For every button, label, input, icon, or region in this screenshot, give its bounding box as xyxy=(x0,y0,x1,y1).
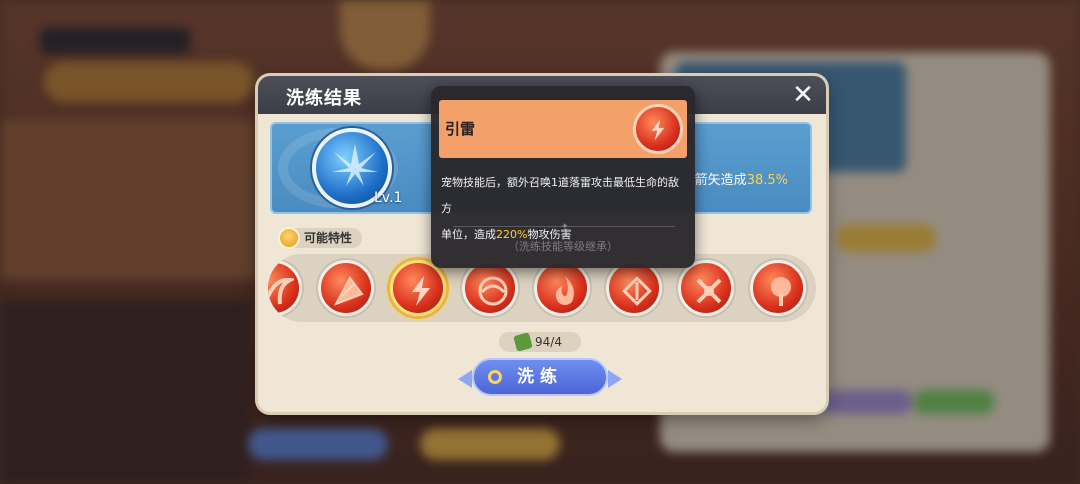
wave-trait-icon[interactable] xyxy=(462,260,518,316)
tree-trait-icon[interactable] xyxy=(750,260,806,316)
rune-trait-icon[interactable] xyxy=(606,260,662,316)
result-effect-text: 箭矢造成38.5% xyxy=(694,173,788,188)
ring-icon xyxy=(488,370,502,384)
ice-shards-icon xyxy=(332,144,378,186)
possible-traits-label: 可能特性 xyxy=(278,227,363,249)
lightning-icon xyxy=(633,104,683,154)
leaf-trait-icon[interactable] xyxy=(318,260,374,316)
star-icon xyxy=(278,227,300,249)
tooltip-trait-name: 引雷 xyxy=(445,120,476,138)
scroll-item-icon xyxy=(513,332,533,352)
lightning-trait-icon[interactable] xyxy=(390,260,446,316)
wing-left-decoration xyxy=(458,370,472,388)
refine-cost: 94/4 xyxy=(499,332,581,352)
wing-right-decoration xyxy=(608,370,622,388)
skill-level-label: Lv.1 xyxy=(374,190,403,206)
tooltip-note: （洗练技能等级继承） xyxy=(508,240,618,253)
swirl-trait-icon[interactable] xyxy=(268,260,302,316)
dialog-title: 洗练结果 xyxy=(286,88,362,109)
flame-trait-icon[interactable] xyxy=(534,260,590,316)
trait-tooltip: 引雷 宠物技能后，额外召唤1道落雷攻击最低生命的敌方 单位，造成220%物攻伤害… xyxy=(431,86,695,268)
cross-trait-icon[interactable] xyxy=(678,260,734,316)
tooltip-header: 引雷 xyxy=(439,100,687,158)
divider-dot-icon: ✦ xyxy=(561,222,569,232)
tooltip-description: 宠物技能后，额外召唤1道落雷攻击最低生命的敌方 单位，造成220%物攻伤害 xyxy=(441,176,679,241)
refine-button[interactable]: 洗练 xyxy=(458,358,622,396)
skill-icon[interactable]: Lv.1 xyxy=(312,128,402,208)
close-icon[interactable]: ✕ xyxy=(790,82,816,108)
